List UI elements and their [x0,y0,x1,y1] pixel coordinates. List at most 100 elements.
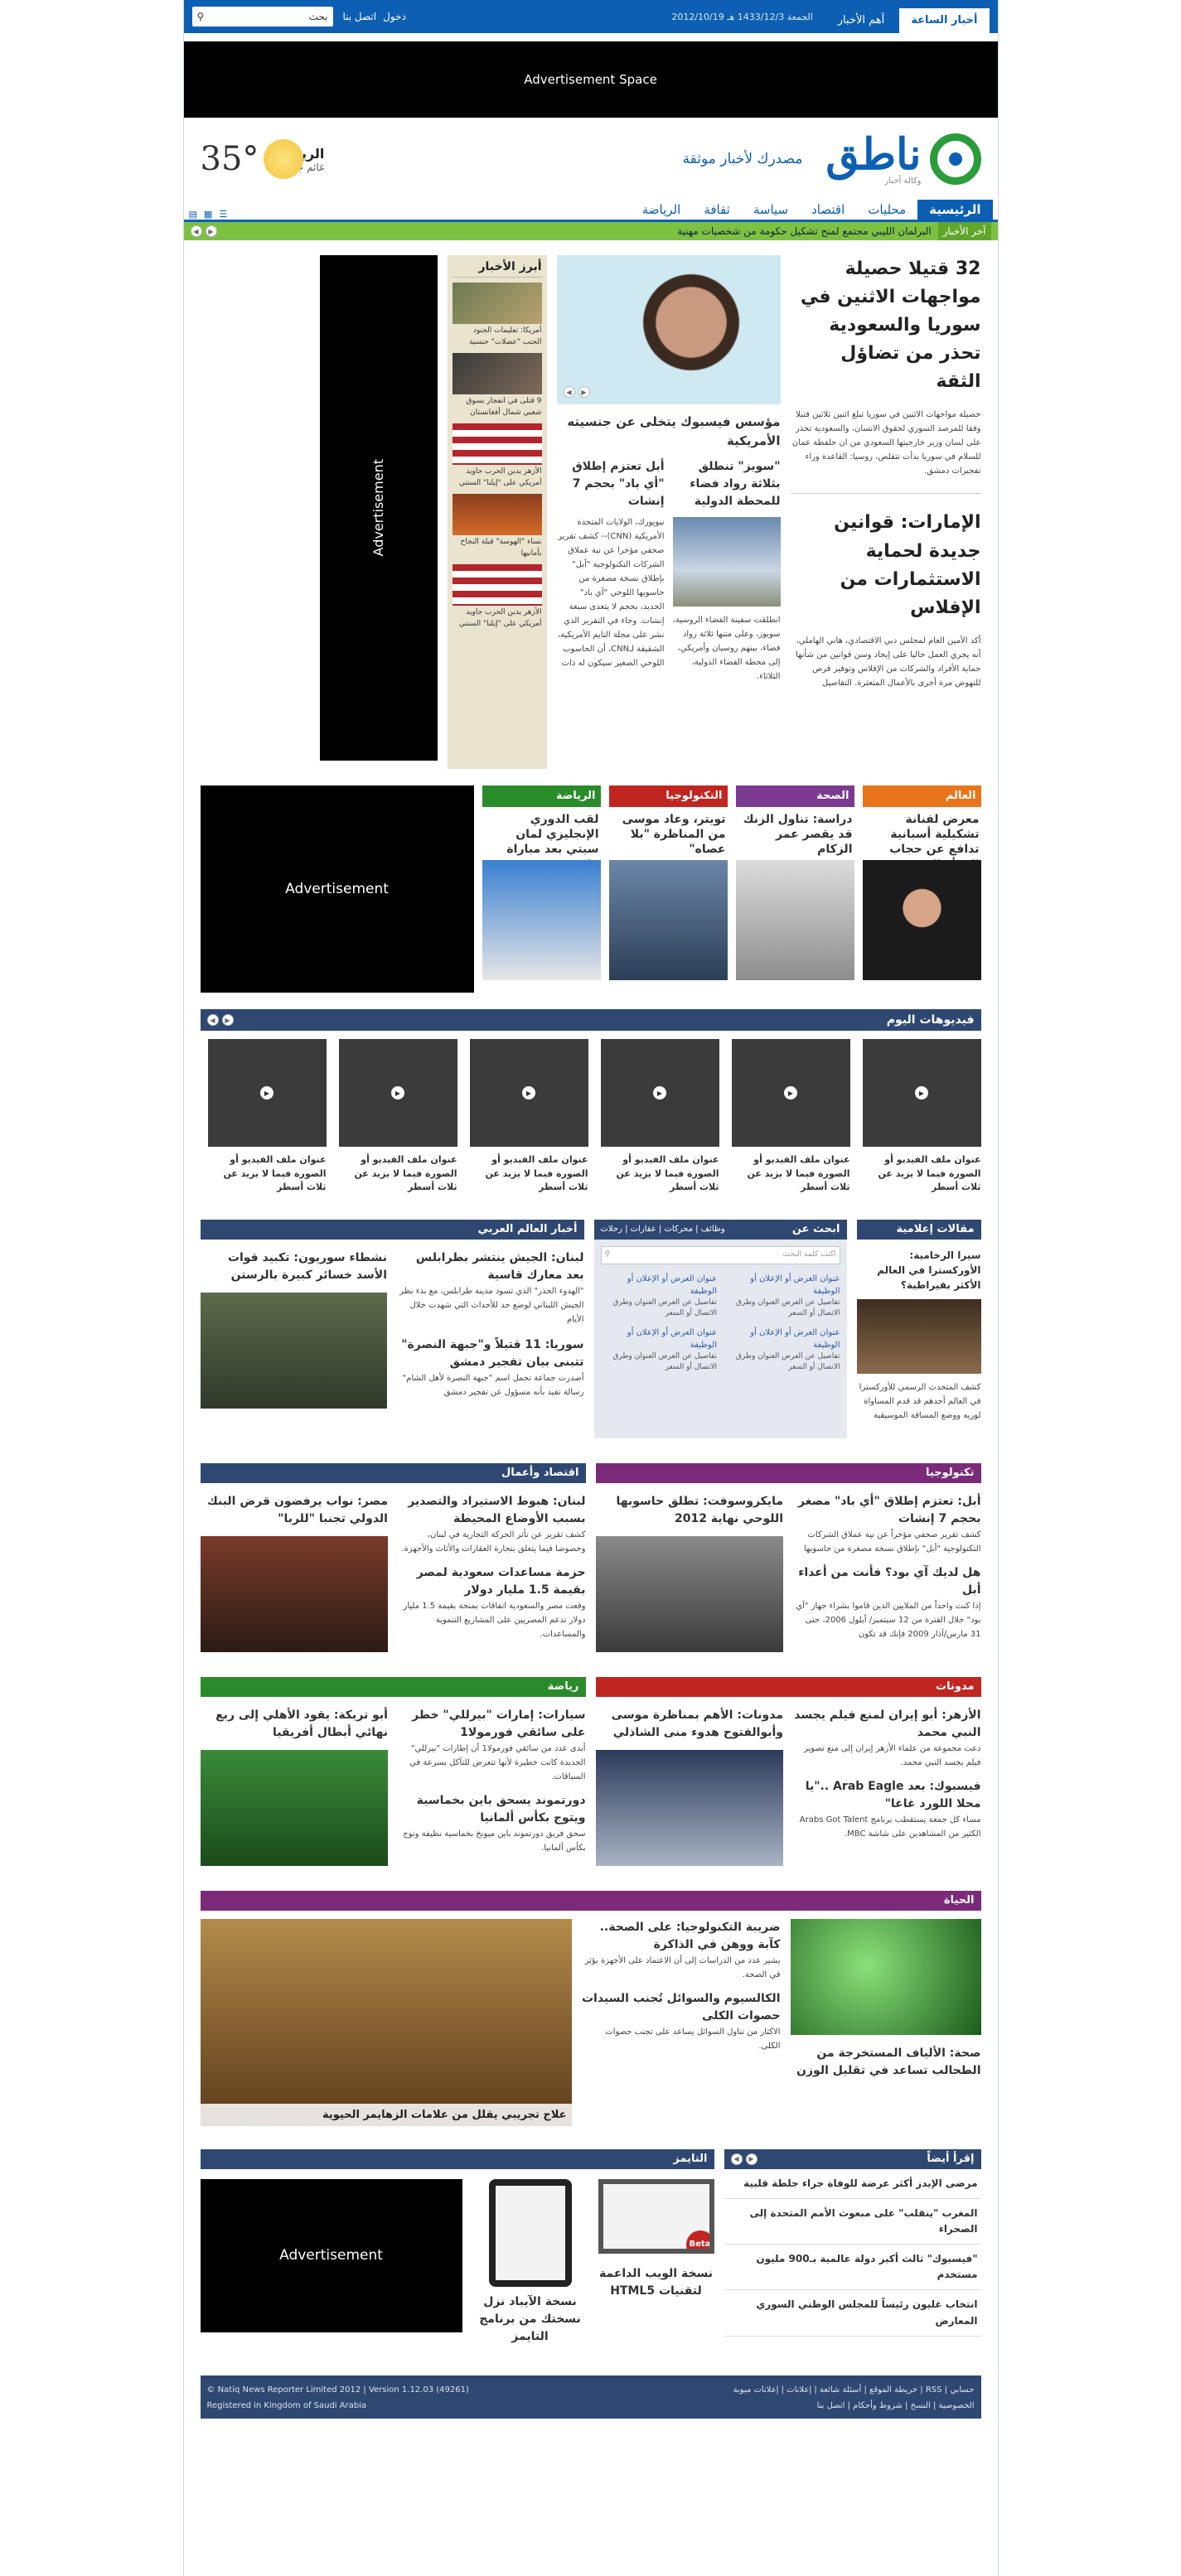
rocket-photo[interactable] [672,517,781,607]
top-ad[interactable]: Advertisement Space [183,41,998,118]
ticker-text[interactable]: البرلمان الليبي مجتمع لمنح تشكيل حكومة م… [677,225,932,237]
sidebar-item[interactable]: نساء "الهوسة" قبلة النجاح بأمانيها [452,494,542,559]
sport-article[interactable]: سيارات: إمارات "بيرللي" خطر على سائقي فو… [398,1707,585,1742]
video-next-icon[interactable]: ▶ [221,1014,234,1026]
nav-sport[interactable]: الرياضة [631,200,693,220]
site-logo[interactable]: ناطق وكالة أخبار مصدرك لأخبار موثقة [683,133,981,186]
side-ad[interactable]: Advertisement [319,255,438,761]
video-prev-icon[interactable]: ◀ [206,1014,219,1026]
ticker-next-icon[interactable]: ▶ [205,225,217,237]
times-ipad-thumb[interactable] [488,2178,572,2287]
search-icon[interactable]: ⚲ [197,11,205,22]
video-caption: عنوان ملف الفيديو أو الصورة فيما لا يزيد… [223,1154,327,1192]
tech-article[interactable]: أبل: تعتزم إطلاق "أي باد" مصغر بحجم 7 إن… [793,1493,981,1528]
play-icon[interactable]: ▶ [260,1086,273,1100]
tab-top[interactable]: أهم الأخبار [826,8,896,33]
read-more-item[interactable]: "فيسبوك" ثالث أكبر دولة عالمية بـ900 ملي… [724,2245,981,2291]
jobs-tabs[interactable]: وظائف | محركات | عقارات | رحلات [601,1220,725,1240]
bottom-ad[interactable]: Advertisement [200,2178,462,2332]
life-article[interactable]: صحة: الألياف المستخرجة من الطحالب تساعد … [791,2045,980,2080]
sitemap-icon[interactable]: ▤ [189,209,197,220]
feature-next-icon[interactable]: ▶ [578,386,590,398]
video-item[interactable]: ▶ عنوان ملف الفيديو أو الصورة فيما لا يزي… [469,1039,588,1195]
sport-article[interactable]: أبو تريكة: يقود الأهلي إلى ربع نهائي أبط… [201,1707,388,1742]
times-web-thumb[interactable]: Beta [598,2178,714,2254]
category-title[interactable]: لقب الدوري الإنجليزي لمان سيتي بعد مبارا… [482,807,601,872]
category-sport[interactable]: الرياضة لقب الدوري الإنجليزي لمان سيتي بع… [482,785,601,993]
video-item[interactable]: ▶ عنوان ملف الفيديو أو الصورة فيما لا يزي… [207,1039,327,1195]
jobs-search-input[interactable]: اكتب كلمة البحث ⚲ [600,1245,840,1264]
read-more-item[interactable]: مرضى الإيدز أكثر عرضة للوفاة جراء جلطة ق… [724,2169,981,2199]
footer-links[interactable]: حسابي | RSS | خريطة الموقع | أسئلة شائعة… [733,2382,975,2398]
contact-link[interactable]: اتصل بنا [343,11,377,22]
times-web-text[interactable]: نسخة الويب الداعمة لتقنيات HTML5 [598,2265,714,2300]
category-world[interactable]: العالم معرض لفنانة تشكيلية أسبانية تدافع … [862,785,981,993]
play-icon[interactable]: ▶ [522,1086,535,1100]
lead-headline[interactable]: 32 قتيلا حصيلة مواجهات الاثنين في سوريا … [791,255,981,396]
arab-article[interactable]: سوريا: 11 قتيلاً و"جبهة النصرة" تتبنى بي… [397,1336,583,1371]
life-feature-photo[interactable]: علاج تجريبي يقلل من علامات الزهايمر الحي… [200,1918,572,2126]
sport-article[interactable]: دورتموند يسحق باين بخماسية ويتوج بكأس أل… [398,1792,586,1827]
story-ipad-title[interactable]: أبل تعتزم إطلاق "أي باد" بحجم 7 إنشات [557,458,664,510]
sidebar-item[interactable]: الأزهر يدين الحرب جاويد أمريكي على "إيلن… [452,564,542,630]
ticker-prev-icon[interactable]: ◀ [190,225,202,237]
nav-home[interactable]: الرئيسية [917,200,993,220]
read-more-prev-icon[interactable]: ◀ [730,2153,743,2165]
grid-icon[interactable]: ▦ [204,209,212,220]
feature-photo[interactable]: ◀ ▶ [556,255,781,404]
nav-culture[interactable]: ثقافة [692,200,742,220]
play-icon[interactable]: ▶ [391,1086,404,1100]
read-more-item[interactable]: انتخاب غليون رئيساً للمجلس الوطني السوري… [724,2290,981,2337]
tab-latest[interactable]: أخبار الساعة [899,8,990,33]
tech-article[interactable]: مايكروسوفت: تطلق حاسوبها اللوحي نهاية 20… [596,1493,784,1528]
video-item[interactable]: ▶ عنوان ملف الفيديو أو الصورة فيما لا يزي… [862,1039,981,1195]
category-tech[interactable]: التكنولوجيا تويتر، وعاد موسى من المناظرة … [608,785,728,993]
times-ipad-text[interactable]: نسخة الآيباد نزل نسختك من برنامج التايمز [472,2293,588,2346]
nav-economy[interactable]: اقتصاد [800,200,856,220]
job-item[interactable]: عنوان العرض أو الإعلان أو الوظيفة تفاصيل … [601,1327,717,1374]
tech-article[interactable]: هل لديك آي بود؟ فأنت من أعداء أبل [793,1564,980,1599]
job-item[interactable]: عنوان العرض أو الإعلان أو الوظيفة تفاصيل … [724,1327,840,1374]
play-icon[interactable]: ▶ [653,1086,666,1100]
job-item[interactable]: عنوان العرض أو الإعلان أو الوظيفة تفاصيل … [601,1273,717,1320]
footer-links-2[interactable]: الخصوصية | النسخ | شروط وأحكام | اتصل بن… [733,2398,975,2414]
category-title[interactable]: معرض لفنانة تشكيلية أسبانية تدافع عن حجا… [863,807,981,872]
economy-article[interactable]: لبنان: هبوط الاستيراد والتصدير بسبب الأو… [398,1493,585,1528]
feature-title[interactable]: مؤسس فيسبوك يتخلى عن جنسيته الأمريكية [557,413,780,450]
login-link[interactable]: دخول [383,11,406,22]
sidebar-item[interactable]: أمريكا: تعليمات الجنود الجنب "عضلات" جنس… [452,283,542,348]
row-five: مدونات الأزهر: أبو إيران لمنع فيلم يجسد … [200,1676,981,1866]
category-title[interactable]: دراسة: تناول الزنك قد يقصر عمر الزكام [736,807,854,860]
life-article[interactable]: الكالسيوم والسوائل تُجنب السيدات حصوات ا… [582,1990,781,2025]
read-more-next-icon[interactable]: ▶ [745,2153,757,2165]
category-title[interactable]: تويتر، وعاد موسى من المناظرة "بلا عصاه" [609,807,728,860]
arab-article[interactable]: لبنان: الجيش ينتشر بطرابلس بعد معارك قاس… [397,1249,584,1284]
feature-prev-icon[interactable]: ◀ [563,386,575,398]
blogs-article[interactable]: مدونات: الأهم بمناظرة موسى وأبوالفتوح هد… [596,1707,783,1742]
economy-article[interactable]: مصر: نواب يرفضون قرض البنك الدولي تجنبا … [201,1493,388,1528]
sidebar-item[interactable]: الأزهر يدين الحرب جاويد أمريكي على "إيلن… [452,423,542,489]
sidebar-item[interactable]: 9 قتلى في انفجار بسوق شعبي شمال أفغانستا… [452,353,542,418]
life-article[interactable]: ضريبة التكنولوجيا: على الصحة.. كآبة ووهن… [582,1919,781,1954]
nav-politics[interactable]: سياسة [742,200,800,220]
second-headline[interactable]: الإمارات: قوانين جديدة لحماية الاستثمارا… [791,509,980,621]
video-item[interactable]: ▶ عنوان ملف الفيديو أو الصورة فيما لا يزي… [338,1039,457,1195]
posts-headline[interactable]: سيرا الرخامية: الأوركسترا في العالم الأك… [857,1248,980,1293]
search-input[interactable]: بحث ⚲ [191,7,333,27]
blogs-article[interactable]: فيسبوك: بعد Arab Eagle .."يا محلا اللورد… [793,1778,981,1813]
arab-article[interactable]: نشطاء سوريون: تكبيد قوات الأسد خسائر كبي… [201,1249,387,1284]
nav-local[interactable]: محليات [856,200,917,220]
economy-article[interactable]: حزمة مساعدات سعودية لمصر بقيمة 1.5 مليار… [398,1564,586,1599]
job-item[interactable]: عنوان العرض أو الإعلان أو الوظيفة تفاصيل … [724,1273,840,1320]
blogs-article[interactable]: الأزهر: أبو إيران لمنع فيلم يجسد النبي م… [793,1707,980,1742]
play-icon[interactable]: ▶ [784,1086,797,1100]
search-icon[interactable]: ⚲ [605,1250,611,1260]
video-item[interactable]: ▶ عنوان ملف الفيديو أو الصورة فيما لا يزي… [600,1039,719,1195]
story-rocket-title[interactable]: "سويز" تنطلق بثلاثة رواد فضاء للمحطة الد… [673,458,780,510]
mid-ad[interactable]: Advertisement [200,785,474,993]
read-more-item[interactable]: المغرب "ينقلب" على مبعوث الأمم المتحدة إ… [724,2199,981,2245]
play-icon[interactable]: ▶ [915,1086,928,1100]
list-icon[interactable]: ☰ [219,209,227,220]
video-item[interactable]: ▶ عنوان ملف الفيديو أو الصورة فيما لا يزي… [731,1039,850,1195]
category-health[interactable]: الصحة دراسة: تناول الزنك قد يقصر عمر الزك… [735,785,854,993]
